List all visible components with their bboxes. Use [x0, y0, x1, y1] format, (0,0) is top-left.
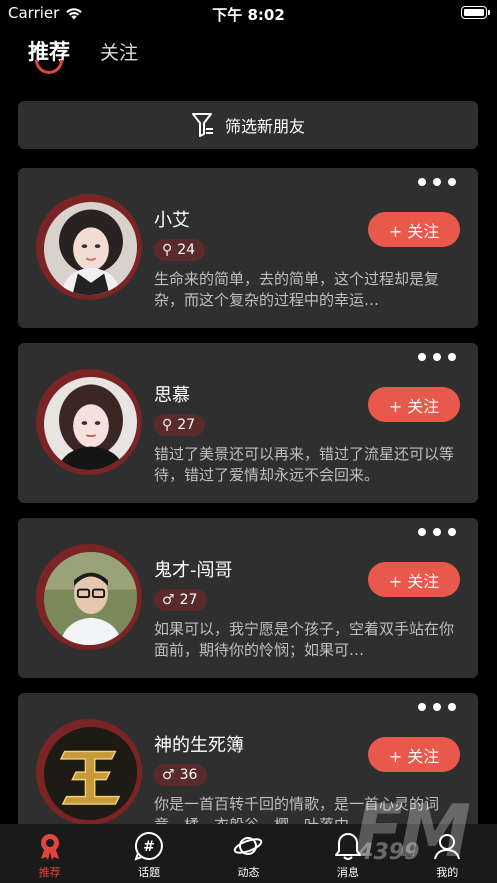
nav-recommend-label: 推荐 — [38, 866, 61, 879]
user-icon — [434, 834, 461, 860]
nav-topics-label: 话题 — [138, 866, 161, 879]
male-icon: ♂ — [162, 592, 175, 608]
battery-tip — [488, 10, 490, 15]
user-age: 27 — [179, 592, 198, 608]
top-tabs: 推荐 关注 — [28, 36, 138, 80]
male-icon: ♂ — [162, 767, 175, 783]
follow-button[interactable]: + 关注 — [368, 387, 460, 422]
status-bar: Carrier 下午 8:02 — [0, 0, 497, 26]
nav-messages-label: 消息 — [336, 866, 359, 879]
nav-messages[interactable]: 消息 — [308, 824, 388, 880]
user-name[interactable]: 神的生死簿 — [154, 731, 244, 757]
status-time: 下午 8:02 — [212, 6, 285, 24]
avatar[interactable] — [36, 544, 142, 650]
planet-icon — [234, 837, 263, 855]
avatar[interactable] — [36, 719, 142, 825]
user-card[interactable]: 小艾 ⚲ 24 + 关注 生命来的简单，去的简单，这个过程却是复杂，而这个复杂的… — [18, 168, 478, 328]
follow-button[interactable]: + 关注 — [368, 737, 460, 772]
user-bio: 如果可以，我宁愿是个孩子，空着双手站在你面前，期待你的怜悯；如果可… — [154, 620, 454, 659]
user-name[interactable]: 思慕 — [154, 381, 190, 407]
bottom-navigation: 推荐 # 话题 动态 消息 我的 — [0, 824, 497, 883]
nav-moments-label: 动态 — [237, 866, 260, 879]
svg-text:#: # — [143, 839, 155, 855]
follow-button[interactable]: + 关注 — [368, 212, 460, 247]
user-age: 27 — [177, 417, 196, 433]
user-card[interactable]: 鬼才-闯哥 ♂ 27 + 关注 如果可以，我宁愿是个孩子，空着双手站在你面前，期… — [18, 518, 478, 678]
hashtag-icon: # — [134, 831, 164, 861]
more-options-icon[interactable] — [418, 178, 456, 186]
user-card[interactable]: 思慕 ⚲ 27 + 关注 错过了美景还可以再来，错过了流星还可以等待，错过了爱情… — [18, 343, 478, 503]
sex-age-badge: ♂ 27 — [154, 589, 208, 611]
nav-recommend[interactable]: 推荐 — [10, 824, 90, 880]
more-options-icon[interactable] — [418, 528, 456, 536]
bell-icon — [334, 833, 361, 860]
nav-mine[interactable]: 我的 — [407, 824, 487, 880]
recommend-icon — [40, 834, 59, 860]
more-options-icon[interactable] — [418, 703, 456, 711]
user-age: 24 — [177, 242, 196, 258]
user-bio: 错过了美景还可以再来，错过了流星还可以等待，错过了爱情却永远不会回来。 — [154, 445, 454, 484]
avatar-image — [44, 202, 137, 295]
tab-recommend[interactable]: 推荐 — [28, 36, 70, 74]
more-options-icon[interactable] — [418, 353, 456, 361]
nav-topics[interactable]: # 话题 — [109, 824, 189, 880]
nav-mine-label: 我的 — [436, 866, 459, 879]
follow-button[interactable]: + 关注 — [368, 562, 460, 597]
female-icon: ⚲ — [162, 242, 173, 258]
avatar-image — [44, 552, 137, 645]
user-bio: 生命来的简单，去的简单，这个过程却是复杂，而这个复杂的过程中的幸运… — [154, 270, 440, 309]
nav-moments[interactable]: 动态 — [208, 824, 288, 880]
filter-label: 筛选新朋友 — [224, 117, 305, 136]
avatar[interactable] — [36, 369, 142, 475]
sex-age-badge: ⚲ 24 — [154, 239, 206, 261]
tab-following[interactable]: 关注 — [100, 38, 138, 65]
avatar-image — [44, 727, 137, 820]
avatar-image — [44, 377, 137, 470]
battery-icon — [461, 6, 487, 19]
user-age: 36 — [179, 767, 198, 783]
female-icon: ⚲ — [162, 417, 173, 433]
filter-new-friends-button[interactable]: 筛选新朋友 — [18, 101, 478, 149]
tab-following-label: 关注 — [100, 42, 139, 64]
user-name[interactable]: 鬼才-闯哥 — [154, 556, 233, 582]
avatar[interactable] — [36, 194, 142, 300]
active-tab-indicator — [35, 60, 63, 74]
sex-age-badge: ⚲ 27 — [154, 414, 206, 436]
filter-icon — [191, 113, 213, 137]
user-name[interactable]: 小艾 — [154, 206, 190, 232]
sex-age-badge: ♂ 36 — [154, 764, 208, 786]
